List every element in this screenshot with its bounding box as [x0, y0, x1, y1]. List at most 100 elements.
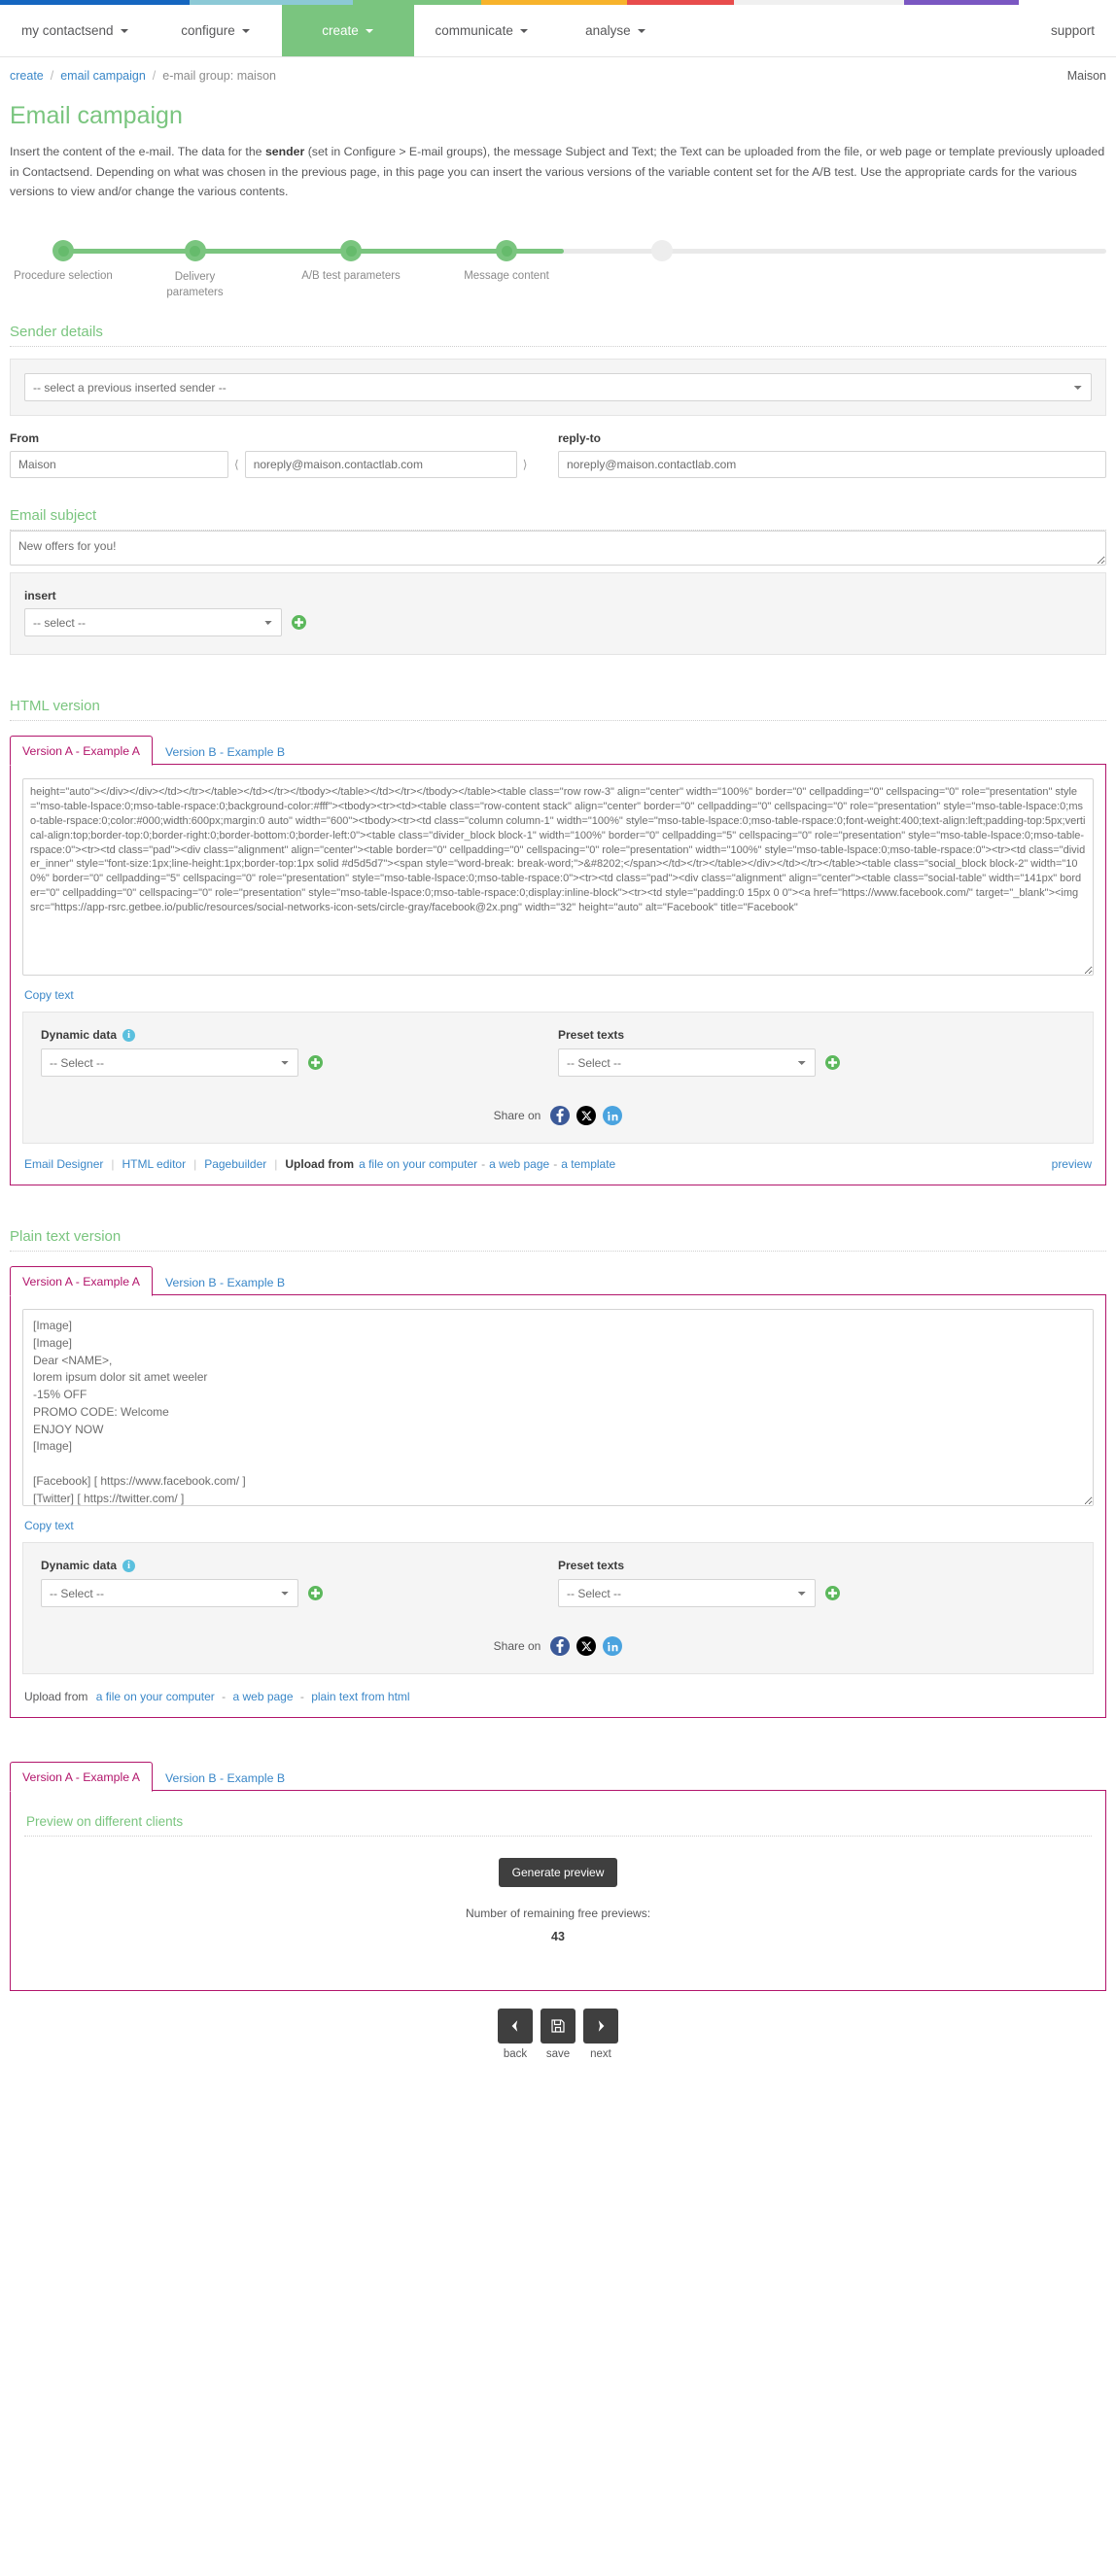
tab-html-version-a[interactable]: Version A - Example A — [10, 736, 153, 767]
floppy-disk-icon[interactable] — [541, 2009, 575, 2044]
plain-text-from-html-link[interactable]: plain text from html — [311, 1690, 409, 1703]
chevron-down-icon — [637, 28, 645, 33]
nav-item-analyse[interactable]: analyse — [549, 5, 681, 56]
from-label: From — [10, 431, 39, 446]
step-label: Delivery parameters — [166, 271, 224, 298]
linkedin-icon[interactable] — [603, 1636, 623, 1657]
email-subject-textarea[interactable]: New offers for you! — [10, 531, 1106, 567]
x-twitter-icon[interactable] — [576, 1106, 597, 1126]
step-dot-pending — [651, 240, 673, 262]
nav-item-my-contactsend[interactable]: my contactsend — [0, 5, 150, 56]
step-ab-test-parameters[interactable]: A/B test parameters — [273, 223, 429, 300]
page-title: Email campaign — [10, 102, 183, 129]
breadcrumb-item-email-campaign[interactable]: email campaign — [60, 69, 146, 83]
dynamic-data-select-html[interactable]: -- Select -- — [41, 1048, 298, 1078]
generate-preview-button[interactable]: Generate preview — [498, 1858, 618, 1888]
breadcrumb-item-create[interactable]: create — [10, 69, 44, 83]
upload-file-link[interactable]: a file on your computer — [359, 1157, 477, 1171]
chevron-left-icon[interactable] — [498, 2009, 533, 2044]
preview-card-body: Preview on different clients Generate pr… — [10, 1790, 1106, 1992]
preview-on-clients-heading: Preview on different clients — [24, 1806, 1092, 1838]
dynamic-data-select-plain[interactable]: -- Select -- — [41, 1579, 298, 1608]
remaining-previews-label: Number of remaining free previews: — [465, 1906, 651, 1921]
bottom-nav-back[interactable]: back — [498, 2009, 533, 2060]
chevron-right-icon[interactable] — [583, 2009, 618, 2044]
preset-texts-select-plain[interactable]: -- Select -- — [558, 1579, 816, 1608]
from-name-input[interactable] — [10, 451, 228, 479]
html-editor-link[interactable]: HTML editor — [122, 1157, 187, 1171]
remaining-previews-count: 43 — [551, 1930, 565, 1944]
plain-preset-texts-group: Preset texts -- Select -- — [558, 1559, 1075, 1608]
step-label: Message content — [464, 270, 549, 283]
info-icon[interactable]: i — [122, 1028, 136, 1042]
upload-from-label: Upload from — [285, 1157, 355, 1172]
email-designer-link[interactable]: Email Designer — [24, 1157, 103, 1171]
html-dynamic-data-labelrow: Dynamic data i — [41, 1028, 558, 1042]
linkedin-icon[interactable] — [603, 1106, 623, 1126]
copy-text-link-plain[interactable]: Copy text — [24, 1519, 74, 1532]
nav-item-communicate[interactable]: communicate — [414, 5, 549, 56]
bottom-nav-save[interactable]: save — [541, 2009, 575, 2060]
preset-texts-select-html[interactable]: -- Select -- — [558, 1048, 816, 1078]
tab-plain-version-b[interactable]: Version B - Example B — [153, 1267, 297, 1296]
bottom-nav-next-label: next — [590, 2048, 611, 2061]
breadcrumb-item-current: e-mail group: maison — [162, 69, 276, 83]
breadcrumb: create / email campaign / e-mail group: … — [0, 57, 1116, 92]
upload-webpage-link[interactable]: a web page — [489, 1157, 549, 1171]
tab-html-version-b[interactable]: Version B - Example B — [153, 737, 297, 766]
nav-item-support[interactable]: support — [1029, 5, 1116, 56]
tab-plain-version-a[interactable]: Version A - Example A — [10, 1266, 153, 1297]
plain-dd-grid: Dynamic data i -- Select -- Preset texts… — [41, 1559, 1075, 1608]
add-preset-text-icon[interactable] — [825, 1055, 840, 1071]
add-insert-icon[interactable] — [292, 615, 306, 631]
tab-preview-version-a[interactable]: Version A - Example A — [10, 1762, 153, 1793]
add-dynamic-data-icon[interactable] — [308, 1055, 323, 1071]
nav-label-configure: configure — [181, 23, 235, 38]
dynamic-data-label: Dynamic data — [41, 1559, 118, 1573]
share-on-label: Share on — [493, 1639, 541, 1654]
html-version-card: Version A - Example A Version B - Exampl… — [10, 735, 1106, 1186]
nav-item-configure[interactable]: configure — [150, 5, 282, 56]
footer-dash: - — [222, 1690, 227, 1704]
bottom-nav-back-label: back — [503, 2048, 528, 2061]
previous-sender-select[interactable]: -- select a previous inserted sender -- — [24, 373, 1092, 402]
plain-dynamic-data-labelrow: Dynamic data i — [41, 1559, 558, 1572]
x-twitter-icon[interactable] — [576, 1636, 597, 1657]
step-procedure-selection[interactable]: Procedure selection — [10, 223, 117, 300]
upload-template-link[interactable]: a template — [561, 1157, 615, 1171]
breadcrumb-separator: / — [152, 69, 157, 83]
preview-link[interactable]: preview — [1052, 1157, 1092, 1171]
footer-separator: | — [274, 1157, 278, 1172]
add-dynamic-data-icon[interactable] — [308, 1586, 323, 1601]
html-content-textarea[interactable]: height="auto"></div></div></td></tr></ta… — [22, 778, 1094, 977]
nav-item-create[interactable]: create — [281, 5, 414, 56]
section-heading-email-subject: Email subject — [10, 507, 1106, 532]
plain-share-row: Share on — [41, 1636, 1075, 1657]
tab-preview-version-b[interactable]: Version B - Example B — [153, 1763, 297, 1792]
step-dot-done — [184, 240, 206, 262]
progress-stepper: Procedure selection Delivery parameters A… — [10, 223, 1106, 298]
insert-select[interactable]: -- select -- — [24, 608, 282, 637]
replyto-input[interactable] — [558, 451, 1106, 479]
step-delivery-parameters[interactable]: Delivery parameters — [117, 223, 273, 300]
bottom-nav-next[interactable]: next — [583, 2009, 618, 2060]
html-dynamic-data-selrow: -- Select -- — [41, 1048, 558, 1078]
nav-label-analyse: analyse — [585, 23, 631, 38]
step-label: A/B test parameters — [301, 270, 401, 283]
footer-dash: - — [481, 1157, 486, 1172]
from-email-input[interactable] — [244, 451, 517, 479]
html-version-tabs: Version A - Example A Version B - Exampl… — [10, 735, 1106, 767]
section-heading-sender-details: Sender details — [10, 324, 1106, 348]
pagebuilder-link[interactable]: Pagebuilder — [204, 1157, 266, 1171]
copy-text-link-html[interactable]: Copy text — [24, 988, 74, 1002]
step-final[interactable] — [584, 223, 740, 300]
facebook-icon[interactable] — [550, 1106, 571, 1126]
add-preset-text-icon[interactable] — [825, 1586, 840, 1601]
upload-file-link[interactable]: a file on your computer — [96, 1690, 215, 1703]
info-icon[interactable]: i — [122, 1559, 136, 1572]
plain-content-textarea[interactable]: [Image] [Image] Dear <NAME>, lorem ipsum… — [22, 1309, 1094, 1507]
share-on-label: Share on — [493, 1109, 541, 1123]
upload-webpage-link[interactable]: a web page — [232, 1690, 293, 1703]
step-message-content[interactable]: Message content — [429, 223, 584, 300]
facebook-icon[interactable] — [550, 1636, 571, 1657]
